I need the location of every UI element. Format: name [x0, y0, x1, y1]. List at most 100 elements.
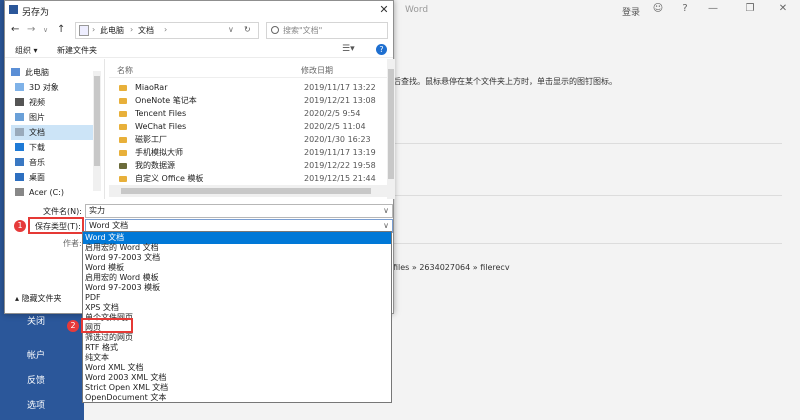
annotation-box-2 [81, 318, 133, 333]
smiley-icon[interactable]: ☺ [650, 2, 666, 16]
scroll-thumb[interactable] [94, 76, 100, 166]
login-link[interactable]: 登录 [622, 5, 640, 18]
pin-hint-text: 后查找。鼠标悬停在某个文件夹上方时，单击显示的图钉图标。 [393, 77, 617, 86]
restore-icon[interactable]: ❐ [742, 2, 758, 16]
list-item[interactable]: Tencent Files 2020/2/5 9:54 [113, 108, 381, 120]
list-item[interactable]: 自定义 Office 模板 2019/12/15 21:44 [113, 173, 381, 185]
column-header-name[interactable]: 名称 [117, 65, 133, 76]
tree-item-drive-c[interactable]: Acer (C:) [11, 185, 97, 200]
view-options-icon[interactable]: ☰▾ [342, 44, 355, 54]
video-icon [15, 98, 24, 106]
hide-folders-toggle[interactable]: ▴ 隐藏文件夹 [15, 293, 62, 304]
address-bar[interactable]: › 此电脑 › 文档 › ∨ ↻ [75, 22, 259, 39]
drive-icon [15, 188, 24, 196]
breadcrumb-this-pc[interactable]: 此电脑 [100, 25, 124, 36]
divider [392, 143, 782, 144]
forward-icon[interactable]: → [27, 24, 35, 35]
filetype-dropdown: Word 文档 启用宏的 Word 文档 Word 97-2003 文档 Wor… [82, 231, 392, 403]
chevron-down-icon[interactable]: ∨ [383, 205, 389, 217]
breadcrumb-separator: › [92, 25, 96, 34]
up-icon[interactable]: ↑ [57, 24, 65, 35]
sidebar-item-feedback[interactable]: 反馈 [0, 372, 84, 390]
file-name: 自定义 Office 模板 [135, 174, 204, 183]
vertical-scrollbar[interactable] [387, 59, 395, 199]
tree-item-desktop[interactable]: 桌面 [11, 170, 97, 185]
file-name: 手机模拟大师 [135, 148, 183, 157]
file-name: 我的数据源 [135, 161, 175, 170]
new-folder-button[interactable]: 新建文件夹 [57, 45, 97, 56]
file-date: 2019/12/15 21:44 [304, 174, 376, 183]
tree-item-documents[interactable]: 文档 [11, 125, 97, 140]
organize-menu[interactable]: 组织 ▾ [15, 45, 38, 56]
scroll-thumb[interactable] [388, 69, 394, 179]
file-list: 名称 修改日期 MiaoRar 2019/11/17 13:22 OneNote … [109, 59, 393, 199]
author-label: 作者: [63, 239, 82, 248]
computer-icon [11, 68, 20, 76]
breadcrumb-documents[interactable]: 文档 [138, 25, 154, 36]
tree-item-music[interactable]: 音乐 [11, 155, 97, 170]
refresh-icon[interactable]: ↻ [244, 25, 251, 34]
list-item[interactable]: WeChat Files 2020/2/5 11:04 [113, 121, 381, 133]
back-icon[interactable]: ← [11, 24, 19, 35]
file-date: 2019/12/21 13:08 [304, 96, 376, 105]
tree-label: 视频 [29, 98, 45, 107]
file-date: 2020/1/30 16:23 [304, 135, 371, 144]
tree-item-3d-objects[interactable]: 3D 对象 [11, 80, 97, 95]
file-name: 磁影工厂 [135, 135, 167, 144]
tree-label: 文档 [29, 128, 45, 137]
chevron-down-icon[interactable]: ∨ [43, 26, 48, 34]
help-icon[interactable]: ? [376, 44, 387, 55]
app-title: Word [405, 5, 429, 15]
navigation-tree: 此电脑 3D 对象 视频 图片 文档 下载 音乐 桌面 Acer (C:) [5, 59, 105, 199]
file-date: 2020/2/5 11:04 [304, 122, 366, 131]
help-icon[interactable]: ? [677, 2, 693, 16]
divider [392, 243, 782, 244]
tree-item-videos[interactable]: 视频 [11, 95, 97, 110]
tree-label: 音乐 [29, 158, 45, 167]
tree-label: 桌面 [29, 173, 45, 182]
filename-field[interactable]: 实力 ∨ [85, 204, 393, 218]
sidebar-item-options[interactable]: 选项 [0, 397, 84, 415]
file-name: MiaoRar [135, 83, 168, 92]
tree-item-this-pc[interactable]: 此电脑 [7, 65, 93, 80]
column-header-date[interactable]: 修改日期 [301, 65, 333, 76]
tree-item-downloads[interactable]: 下载 [11, 140, 97, 155]
horizontal-scrollbar[interactable] [109, 185, 389, 197]
file-name: Tencent Files [135, 109, 187, 118]
window-close-icon[interactable]: ✕ [775, 2, 791, 16]
word-app-icon [9, 5, 18, 14]
chevron-down-icon[interactable]: ∨ [228, 25, 234, 34]
file-date: 2019/12/22 19:58 [304, 161, 376, 170]
database-icon [119, 163, 127, 169]
header-divider [109, 77, 387, 78]
minimize-icon[interactable]: — [705, 2, 721, 16]
option-opendocument-text[interactable]: OpenDocument 文本 [83, 392, 391, 404]
tree-scrollbar[interactable] [93, 71, 101, 191]
desktop-icon [15, 173, 24, 181]
hide-folders-label: 隐藏文件夹 [21, 294, 62, 303]
recent-folder-path[interactable]: files » 2634027064 » filerecv [393, 263, 510, 272]
dialog-title: 另存为 [22, 8, 50, 18]
folder-icon [119, 150, 127, 156]
filetype-value: Word 文档 [89, 221, 129, 230]
list-item[interactable]: 手机模拟大师 2019/11/17 13:19 [113, 147, 381, 159]
search-box[interactable]: 搜索"文档" [266, 22, 388, 39]
sidebar-item-account[interactable]: 帐户 [0, 347, 84, 365]
computer-icon [79, 25, 89, 36]
list-item[interactable]: 我的数据源 2019/12/22 19:58 [113, 160, 381, 172]
tree-label: 3D 对象 [29, 83, 59, 92]
list-item[interactable]: OneNote 笔记本 2019/12/21 13:08 [113, 95, 381, 107]
close-icon[interactable]: ✕ [377, 3, 391, 16]
file-date: 2019/11/17 13:22 [304, 83, 376, 92]
filetype-label: 保存类型(T): [35, 222, 81, 231]
toolbar: 组织 ▾ 新建文件夹 ☰▾ ? [5, 42, 393, 58]
tree-item-pictures[interactable]: 图片 [11, 110, 97, 125]
list-item[interactable]: MiaoRar 2019/11/17 13:22 [113, 82, 381, 94]
search-input[interactable]: 搜索"文档" [283, 25, 322, 36]
tree-label: 图片 [29, 113, 45, 122]
list-item[interactable]: 磁影工厂 2020/1/30 16:23 [113, 134, 381, 146]
folder-icon [119, 124, 127, 130]
folder-icon [119, 98, 127, 104]
scroll-thumb[interactable] [121, 188, 371, 194]
download-icon [15, 143, 24, 151]
